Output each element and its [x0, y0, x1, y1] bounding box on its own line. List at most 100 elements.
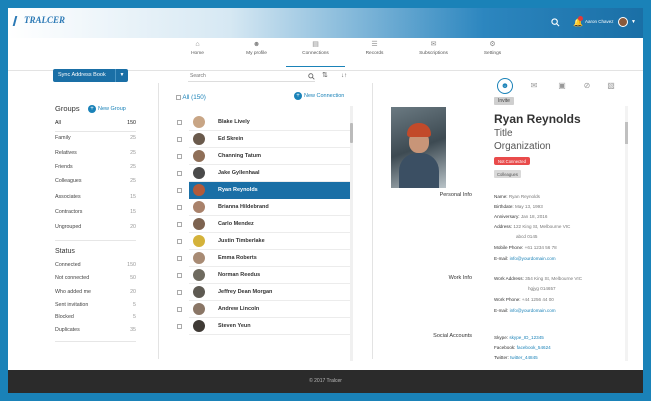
photo-body: [399, 153, 439, 188]
contact-row[interactable]: Norman Reedus: [176, 267, 352, 284]
work-address-line2: hgjyg 014657: [528, 286, 556, 291]
status-item-who-added-me[interactable]: Who added me 20: [55, 289, 136, 298]
personal-name-row: Name: Ryan Reynolds: [494, 194, 540, 199]
user-avatar[interactable]: [618, 17, 628, 27]
message-icon[interactable]: ✉: [528, 80, 540, 92]
status-label: Sent invitation: [55, 302, 89, 308]
contact-row[interactable]: Justin Timberlake: [176, 233, 352, 250]
contact-avatar: [193, 269, 205, 281]
contact-name: Blake Lively: [218, 119, 250, 125]
nav-subscriptions[interactable]: ✉ Subscriptions: [404, 39, 463, 67]
email-link[interactable]: info@yourdomain.com: [510, 308, 556, 313]
twitter-row: Twitter: twitter_44845: [494, 355, 538, 360]
profile-scrollbar-thumb[interactable]: [625, 122, 628, 144]
group-item-ungrouped[interactable]: Ungrouped 20: [55, 224, 136, 233]
new-connection-button[interactable]: + New Connection: [294, 92, 344, 100]
contact-checkbox[interactable]: [177, 120, 182, 125]
contact-row-selected[interactable]: Ryan Reynolds: [176, 182, 352, 199]
notification-bell-icon[interactable]: 🔔: [573, 16, 583, 27]
group-item-relatives[interactable]: Relatives 25: [55, 150, 136, 159]
invite-button[interactable]: Invite: [494, 97, 514, 105]
contact-row[interactable]: Blake Lively: [176, 114, 352, 131]
group-item-colleagues[interactable]: Colleagues 25: [55, 178, 136, 187]
contact-row[interactable]: Carlo Mendez: [176, 216, 352, 233]
contact-row[interactable]: Steven Yeun: [176, 318, 352, 335]
email-link[interactable]: info@yourdomain.com: [510, 256, 556, 261]
group-item-all[interactable]: All 150: [55, 120, 136, 129]
status-item-sent-invitation[interactable]: Sent invitation 5: [55, 302, 136, 311]
contact-row[interactable]: Emma Roberts: [176, 250, 352, 267]
field-value: hgjyg 014657: [528, 286, 556, 291]
nav-my-profile[interactable]: ☻ My profile: [227, 39, 286, 67]
work-info-title: Work Info: [448, 275, 472, 281]
copyright-text: © 2017 Tralcer: [309, 378, 342, 384]
contact-checkbox[interactable]: [177, 239, 182, 244]
field-label: Name:: [494, 194, 508, 199]
contact-row[interactable]: Channing Tatum: [176, 148, 352, 165]
sync-dropdown-caret-icon[interactable]: ▼: [115, 69, 128, 82]
field-value: +44 1256 44 00: [521, 297, 554, 302]
group-divider: [55, 131, 136, 132]
nav-settings[interactable]: ⚙ Settings: [463, 39, 522, 67]
logo-text: TRALCER: [24, 15, 66, 25]
twitter-link[interactable]: twitter_44845: [510, 355, 538, 360]
all-label[interactable]: All: [182, 94, 189, 101]
contact-avatar: [193, 252, 205, 264]
contact-checkbox[interactable]: [177, 273, 182, 278]
contact-checkbox[interactable]: [177, 188, 182, 193]
group-item-family[interactable]: Family 25: [55, 135, 136, 144]
contact-row[interactable]: Jake Gyllenhaal: [176, 165, 352, 182]
group-item-associates[interactable]: Associates 15: [55, 194, 136, 203]
status-item-duplicates[interactable]: Duplicates 35: [55, 327, 136, 336]
id-card-icon: ▤: [312, 41, 319, 48]
contact-checkbox[interactable]: [177, 324, 182, 329]
contact-checkbox[interactable]: [177, 137, 182, 142]
new-group-button[interactable]: + New Group: [88, 105, 126, 113]
contact-checkbox[interactable]: [177, 222, 182, 227]
sync-address-book-button[interactable]: Sync Address Book ▼: [53, 69, 128, 82]
user-name[interactable]: Aaron Chavez: [585, 19, 614, 24]
group-label: Colleagues: [55, 178, 82, 184]
nav-connections[interactable]: ▤ Connections: [286, 39, 345, 67]
document-icon: ☰: [371, 41, 378, 48]
contact-checkbox[interactable]: [177, 290, 182, 295]
contact-checkbox[interactable]: [177, 307, 182, 312]
user-menu-caret-icon[interactable]: ▼: [631, 19, 636, 25]
profile-tab-icon[interactable]: ☻: [497, 78, 513, 94]
contact-avatar: [193, 303, 205, 315]
group-item-contractors[interactable]: Contractors 15: [55, 209, 136, 218]
sort-alpha-icon[interactable]: ↓↑: [341, 73, 347, 79]
search-icon[interactable]: [308, 73, 315, 80]
contact-checkbox[interactable]: [177, 256, 182, 261]
status-label: Connected: [55, 262, 81, 268]
contact-checkbox[interactable]: [177, 171, 182, 176]
contact-checkbox[interactable]: [177, 154, 182, 159]
group-count: 25: [130, 150, 136, 156]
personal-address-row: Address: 122 King St, Melbourne VIC: [494, 224, 570, 229]
nav-home[interactable]: ⌂ Home: [168, 39, 227, 67]
skype-link[interactable]: skype_ID_12345: [509, 335, 543, 340]
app-logo[interactable]: TRALCER: [12, 15, 66, 26]
contact-row[interactable]: Andrew Lincoln: [176, 301, 352, 318]
facebook-link[interactable]: facebook_54624: [517, 345, 551, 350]
contact-row[interactable]: Ed Skrein: [176, 131, 352, 148]
select-all-checkbox[interactable]: [176, 94, 181, 100]
status-item-connected[interactable]: Connected 150: [55, 262, 136, 271]
contact-row[interactable]: Brianna Hildebrand: [176, 199, 352, 216]
contact-checkbox[interactable]: [177, 205, 182, 210]
contact-scrollbar-track[interactable]: [350, 106, 353, 361]
contact-row[interactable]: Jeffrey Dean Morgan: [176, 284, 352, 301]
folder-icon[interactable]: ▣: [556, 80, 568, 92]
contact-search-input[interactable]: [188, 70, 315, 82]
sort-icon[interactable]: ⇅: [322, 71, 328, 79]
contact-scrollbar-thumb[interactable]: [350, 123, 353, 143]
trash-icon[interactable]: ▧: [605, 80, 617, 92]
status-item-not-connected[interactable]: Not connected 50: [55, 275, 136, 284]
status-item-blocked[interactable]: Blocked 5: [55, 314, 136, 323]
group-item-friends[interactable]: Friends 25: [55, 164, 136, 173]
nav-records[interactable]: ☰ Records: [345, 39, 404, 67]
top-bar: TRALCER 🔔 Aaron Chavez ▼: [8, 8, 643, 38]
block-icon[interactable]: ⊘: [581, 80, 593, 92]
profile-scrollbar-track[interactable]: [625, 106, 628, 361]
search-icon[interactable]: [551, 18, 560, 27]
